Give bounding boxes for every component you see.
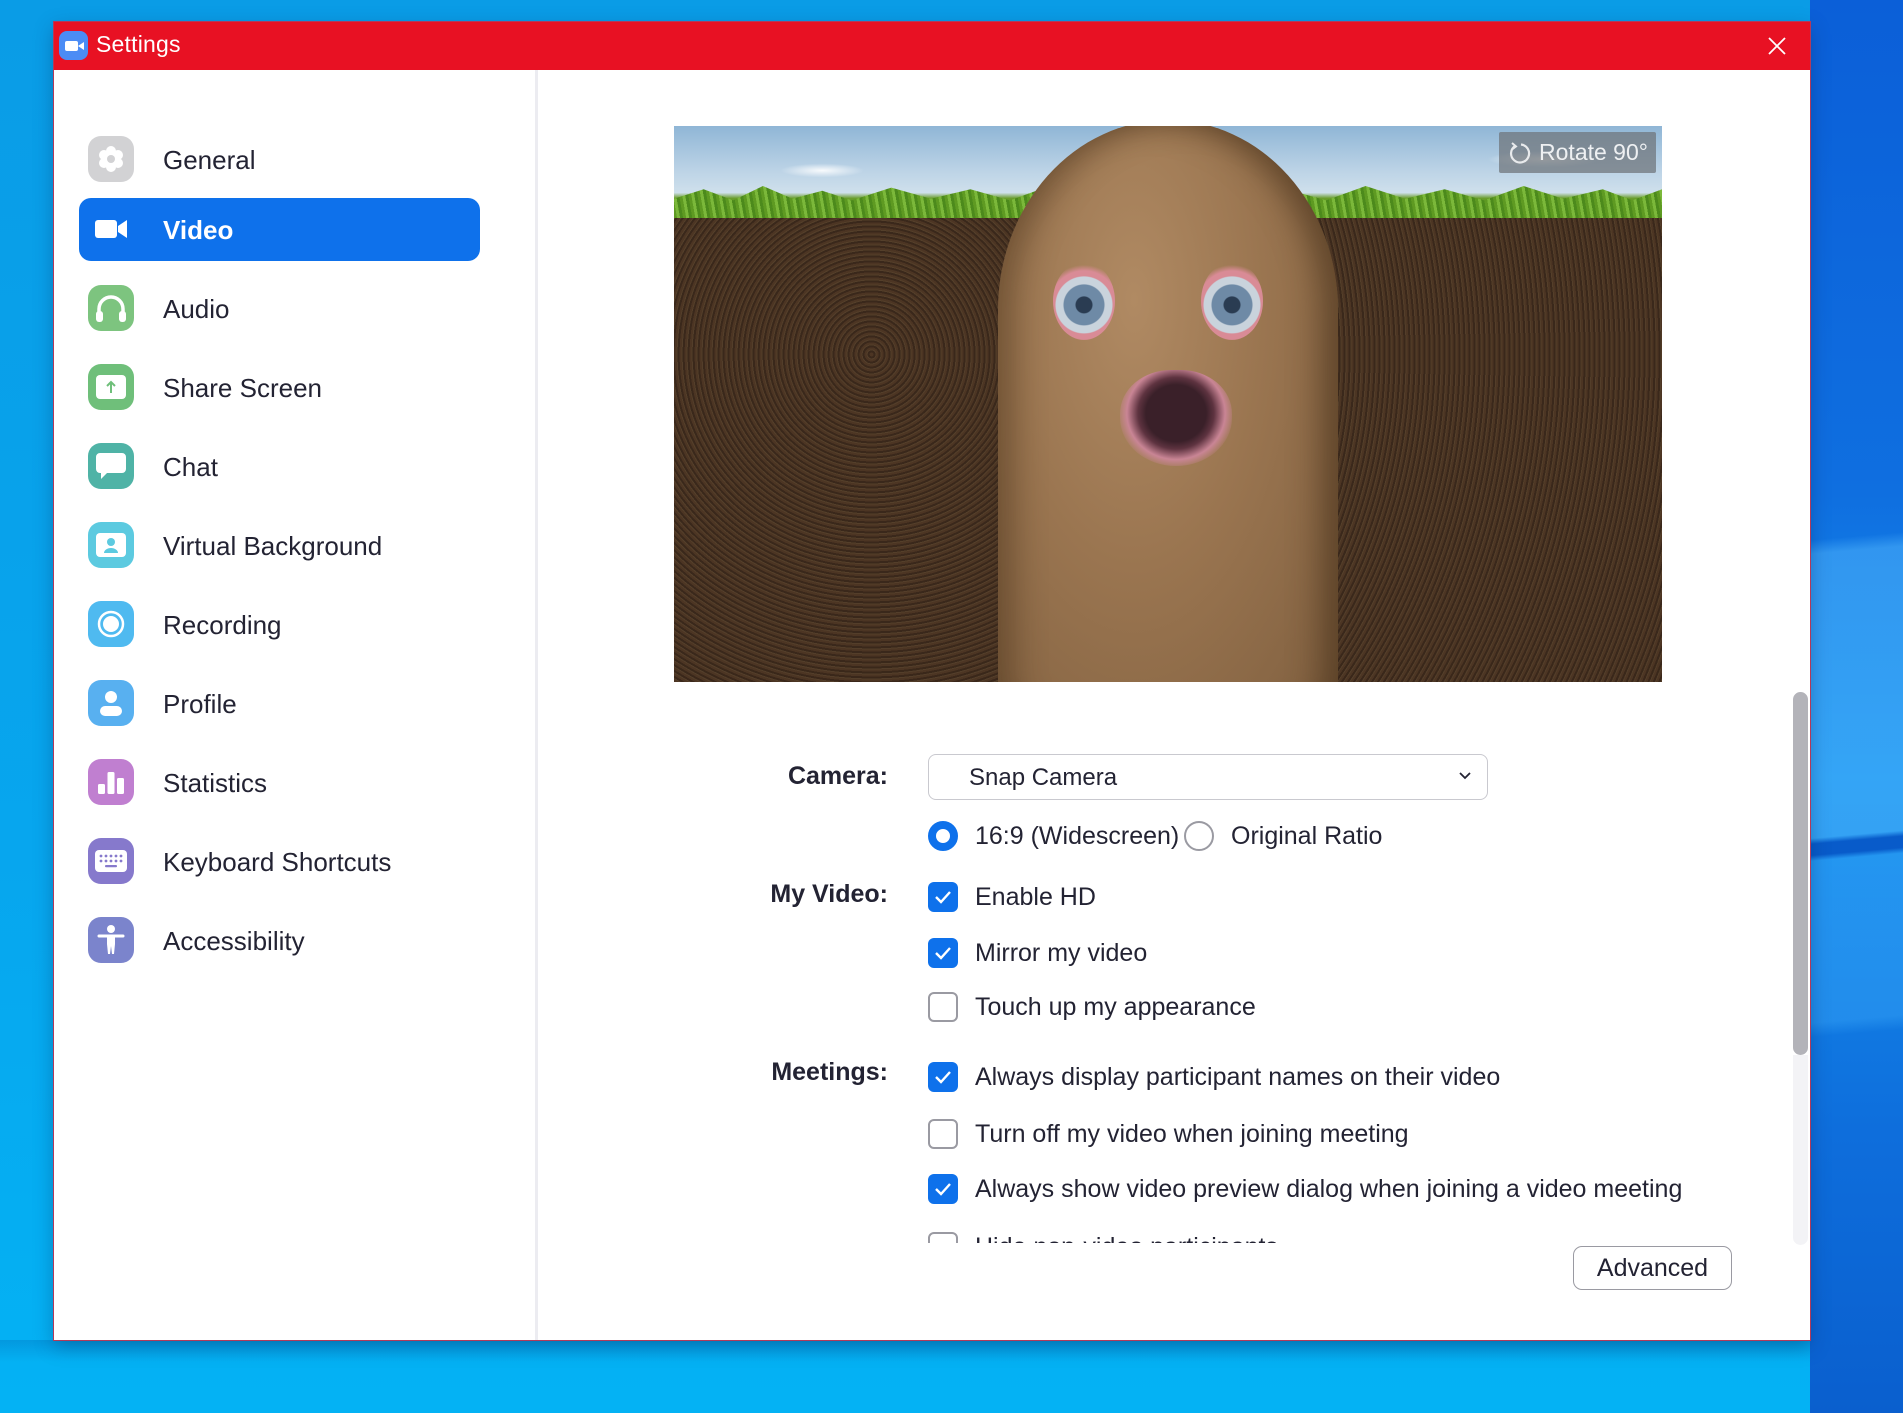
scroll-area: Rotate 90° Camera: My Video: Meetings: S… <box>538 70 1810 1243</box>
checkbox-checked-icon <box>928 938 958 968</box>
option-label: Always show video preview dialog when jo… <box>975 1174 1683 1203</box>
accessibility-icon <box>88 917 134 963</box>
headphones-icon <box>88 285 134 331</box>
display-participant-names-checkbox[interactable]: Always display participant names on thei… <box>928 1060 1500 1094</box>
meetings-label: Meetings: <box>771 1058 888 1086</box>
virtual-background-icon <box>88 522 134 568</box>
sidebar-item-accessibility[interactable]: Accessibility <box>79 909 480 972</box>
touch-up-appearance-checkbox[interactable]: Touch up my appearance <box>928 990 1256 1024</box>
gear-icon <box>88 136 134 182</box>
option-label: Hide non-video participants <box>975 1233 1278 1244</box>
close-button[interactable] <box>1744 22 1810 70</box>
profile-icon <box>88 680 134 726</box>
option-label: Mirror my video <box>975 938 1148 967</box>
option-label: Turn off my video when joining meeting <box>975 1119 1409 1148</box>
scrollbar-track[interactable] <box>1793 1055 1808 1245</box>
sidebar-item-video[interactable]: Video <box>79 198 480 261</box>
desktop-wallpaper <box>1810 0 1903 1413</box>
aspect-original-radio[interactable]: Original Ratio <box>1184 819 1382 853</box>
sidebar-item-label: General <box>163 145 256 175</box>
sidebar-item-general[interactable]: General <box>79 128 480 191</box>
checkbox-unchecked-icon <box>928 1232 958 1243</box>
my-video-label: My Video: <box>770 880 888 908</box>
sidebar-item-label: Statistics <box>163 768 268 798</box>
rotate-icon <box>1510 141 1531 163</box>
aspect-widescreen-radio[interactable]: 16:9 (Widescreen) <box>928 819 1179 853</box>
potato-left-eye <box>1053 262 1115 340</box>
record-icon <box>88 601 134 647</box>
sidebar-item-label: Share Screen <box>163 373 322 403</box>
sidebar-item-label: Recording <box>163 610 282 640</box>
potato-mouth <box>1120 370 1232 466</box>
sidebar-item-label: Accessibility <box>163 926 305 956</box>
option-label: Enable HD <box>975 882 1096 911</box>
settings-window: Settings General Video Audio Share Scree… <box>54 22 1810 1340</box>
sidebar-item-virtual-background[interactable]: Virtual Background <box>79 514 480 577</box>
option-label: 16:9 (Widescreen) <box>975 821 1180 850</box>
chevron-down-icon <box>1459 772 1471 780</box>
sidebar-item-label: Video <box>163 215 234 245</box>
option-label: Always display participant names on thei… <box>975 1062 1501 1091</box>
rotate-label: Rotate 90° <box>1539 139 1648 165</box>
turn-off-video-joining-checkbox[interactable]: Turn off my video when joining meeting <box>928 1117 1409 1151</box>
checkbox-checked-icon <box>928 1062 958 1092</box>
sidebar-item-share-screen[interactable]: Share Screen <box>79 356 480 419</box>
radio-selected-icon <box>928 821 958 851</box>
checkbox-unchecked-icon <box>928 992 958 1022</box>
zoom-camera-icon <box>59 31 88 60</box>
chat-bubble-icon <box>88 443 134 489</box>
keyboard-icon <box>88 838 134 884</box>
mirror-video-checkbox[interactable]: Mirror my video <box>928 936 1147 970</box>
sidebar-item-audio[interactable]: Audio <box>79 277 480 340</box>
sidebar-item-label: Profile <box>163 689 237 719</box>
potato-filter-face <box>998 126 1338 682</box>
sidebar-item-label: Keyboard Shortcuts <box>163 847 392 877</box>
title-bar[interactable]: Settings <box>54 22 1810 70</box>
radio-unselected-icon <box>1184 821 1214 851</box>
camera-preview: Rotate 90° <box>674 126 1662 682</box>
advanced-button[interactable]: Advanced <box>1573 1246 1732 1290</box>
scrollbar-thumb[interactable] <box>1793 692 1808 1055</box>
hide-non-video-participants-checkbox[interactable]: Hide non-video participants <box>928 1230 1278 1243</box>
potato-right-eye <box>1201 262 1263 340</box>
video-settings-panel: Rotate 90° Camera: My Video: Meetings: S… <box>538 70 1810 1340</box>
settings-sidebar: General Video Audio Share Screen Chat Vi… <box>54 70 535 1340</box>
sidebar-item-chat[interactable]: Chat <box>79 435 480 498</box>
rotate-90-button[interactable]: Rotate 90° <box>1499 132 1656 173</box>
camera-select[interactable]: Snap Camera <box>928 754 1488 800</box>
sidebar-item-statistics[interactable]: Statistics <box>79 751 480 814</box>
camera-label: Camera: <box>787 762 888 790</box>
sidebar-item-keyboard-shortcuts[interactable]: Keyboard Shortcuts <box>79 830 480 893</box>
option-label: Original Ratio <box>1231 821 1383 850</box>
checkbox-checked-icon <box>928 1174 958 1204</box>
sidebar-item-label: Chat <box>163 452 218 482</box>
camera-select-value: Snap Camera <box>969 764 1118 791</box>
sidebar-item-recording[interactable]: Recording <box>79 593 480 656</box>
option-label: Touch up my appearance <box>975 992 1256 1021</box>
sidebar-item-profile[interactable]: Profile <box>79 672 480 735</box>
checkbox-checked-icon <box>928 882 958 912</box>
window-title: Settings <box>96 31 181 57</box>
sidebar-item-label: Virtual Background <box>163 531 383 561</box>
checkbox-unchecked-icon <box>928 1119 958 1149</box>
window-shadow <box>0 1340 1810 1413</box>
video-camera-icon <box>88 206 134 252</box>
show-video-preview-dialog-checkbox[interactable]: Always show video preview dialog when jo… <box>928 1172 1682 1206</box>
sidebar-item-label: Audio <box>163 294 230 324</box>
share-screen-icon <box>88 364 134 410</box>
enable-hd-checkbox[interactable]: Enable HD <box>928 880 1096 914</box>
close-icon <box>1768 37 1786 55</box>
bar-chart-icon <box>88 759 134 805</box>
